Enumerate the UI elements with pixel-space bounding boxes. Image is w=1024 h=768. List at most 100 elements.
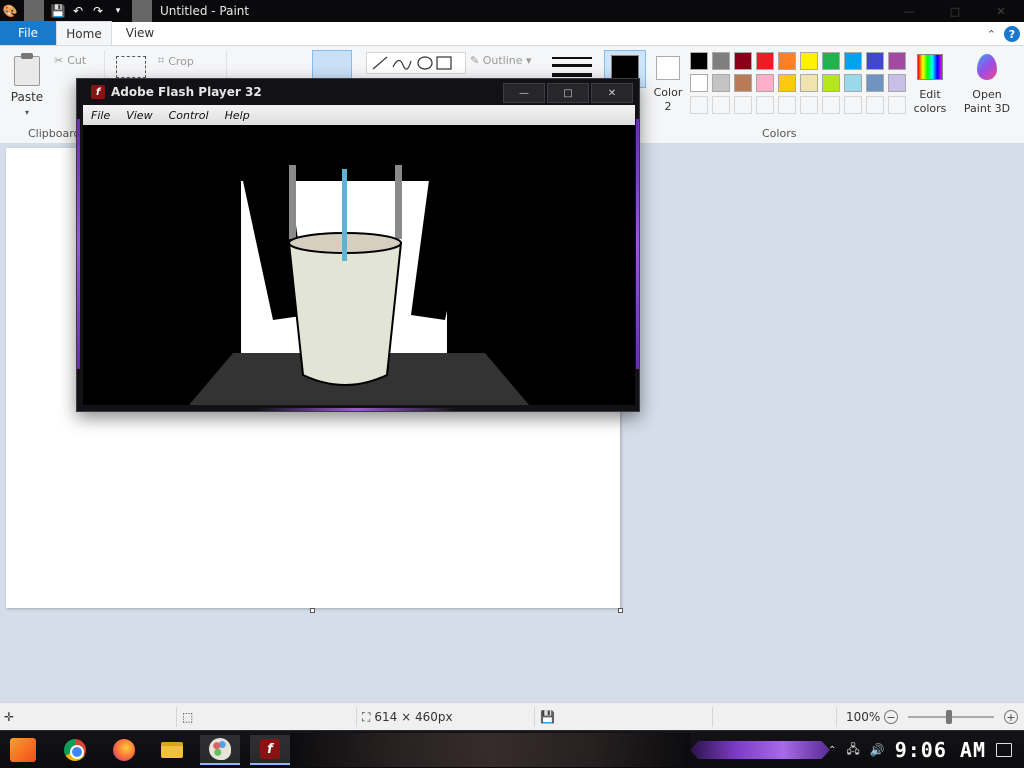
flash-menu-view[interactable]: View — [118, 109, 160, 122]
palette-swatch[interactable] — [756, 52, 774, 70]
size-button[interactable] — [552, 54, 592, 80]
palette-swatch[interactable] — [844, 52, 862, 70]
tab-view[interactable]: View — [112, 21, 168, 45]
flash-menu-file[interactable]: File — [83, 109, 118, 122]
canvas-size-text: 614 × 460px — [374, 710, 453, 724]
palette-swatch[interactable] — [844, 74, 862, 92]
custom-color-slot[interactable] — [888, 96, 906, 114]
paint-titlebar: 🎨 💾 ↶ ↷ ▾ Untitled - Paint — □ ✕ — [0, 0, 1024, 22]
close-button[interactable]: ✕ — [978, 0, 1024, 22]
edit-colors-button[interactable]: Edit colors — [912, 50, 948, 116]
tab-home[interactable]: Home — [56, 21, 112, 45]
clipboard-icon — [14, 53, 40, 86]
cut-button[interactable]: ✂ Cut — [54, 54, 86, 67]
palette-swatch[interactable] — [800, 74, 818, 92]
custom-color-slot[interactable] — [800, 96, 818, 114]
resize-handle-bottom[interactable] — [310, 608, 315, 613]
flash-titlebar[interactable]: f Adobe Flash Player 32 — □ ✕ — [77, 79, 639, 105]
maximize-button[interactable]: □ — [932, 0, 978, 22]
zoom-out-button[interactable]: − — [884, 703, 898, 731]
palette-swatch[interactable] — [690, 74, 708, 92]
notification-icon[interactable] — [996, 743, 1012, 757]
taskbar-file-explorer[interactable] — [152, 735, 192, 765]
custom-color-slot[interactable] — [756, 96, 774, 114]
zoom-slider-thumb[interactable] — [946, 710, 952, 724]
redo-icon[interactable]: ↷ — [88, 0, 108, 22]
palette-swatch[interactable] — [734, 74, 752, 92]
palette-swatch[interactable] — [866, 74, 884, 92]
taskbar-flash-player[interactable]: f — [250, 735, 290, 765]
undo-icon[interactable]: ↶ — [68, 0, 88, 22]
paint-app-icon[interactable]: 🎨 — [0, 0, 20, 22]
palette-swatch[interactable] — [866, 52, 884, 70]
taskbar-firefox[interactable] — [104, 735, 144, 765]
resize-handle-corner[interactable] — [618, 608, 623, 613]
palette-swatch[interactable] — [778, 52, 796, 70]
chevron-up-icon[interactable]: ⌃ — [987, 28, 996, 41]
color2-button[interactable]: Color 2 — [650, 50, 686, 114]
palette-swatch[interactable] — [712, 74, 730, 92]
paste-button[interactable]: Paste ▾ — [6, 52, 48, 120]
custom-color-slot[interactable] — [690, 96, 708, 114]
palette-swatch[interactable] — [800, 52, 818, 70]
outline-label: Outline — [482, 54, 523, 67]
network-icon[interactable]: 🖧 — [846, 740, 859, 761]
start-button[interactable] — [10, 738, 36, 762]
custom-color-slot[interactable] — [734, 96, 752, 114]
flash-window-title: Adobe Flash Player 32 — [111, 85, 262, 99]
divider — [534, 707, 535, 727]
zoom-level: 100% — [846, 710, 881, 724]
ribbon-right-controls: ⌃ ? — [987, 26, 1020, 42]
custom-color-slot[interactable] — [822, 96, 840, 114]
clock[interactable]: 9:06 AM — [895, 738, 986, 762]
quick-access-toolbar: 🎨 💾 ↶ ↷ ▾ — [0, 0, 156, 22]
flash-close-button[interactable]: ✕ — [591, 83, 633, 103]
flash-menu-help[interactable]: Help — [217, 109, 258, 122]
custom-color-slot[interactable] — [844, 96, 862, 114]
palette-swatch[interactable] — [734, 52, 752, 70]
flash-maximize-button[interactable]: □ — [547, 83, 589, 103]
palette-swatch[interactable] — [888, 52, 906, 70]
crop-button[interactable]: ⌗ Crop — [158, 54, 194, 68]
palette-swatch[interactable] — [778, 74, 796, 92]
color-palette — [690, 52, 910, 114]
select-icon[interactable] — [116, 56, 146, 78]
flash-menu-control[interactable]: Control — [161, 109, 217, 122]
custom-color-slot[interactable] — [712, 96, 730, 114]
colors-group-label: Colors — [762, 127, 797, 140]
taskbar-decorative-stripe — [690, 741, 830, 759]
taskbar-chrome[interactable] — [55, 735, 95, 765]
flash-stage[interactable] — [83, 125, 635, 405]
flash-player-window: f Adobe Flash Player 32 — □ ✕ File View … — [76, 78, 640, 412]
chevron-down-icon: ▾ — [24, 108, 29, 117]
shapes-gallery[interactable] — [366, 52, 466, 74]
clipboard-group-label: Clipboard — [28, 127, 81, 140]
palette-swatch[interactable] — [822, 52, 840, 70]
tab-file[interactable]: File — [0, 21, 56, 45]
divider — [712, 707, 713, 727]
custom-color-slot[interactable] — [866, 96, 884, 114]
palette-swatch[interactable] — [690, 52, 708, 70]
firefox-icon — [113, 739, 135, 761]
flash-icon: f — [260, 739, 280, 759]
customize-quick-access-icon[interactable]: ▾ — [108, 0, 128, 22]
custom-color-slot[interactable] — [778, 96, 796, 114]
zoom-in-button[interactable]: + — [1004, 703, 1018, 731]
color2-label: Color 2 — [653, 86, 683, 113]
palette-swatch[interactable] — [756, 74, 774, 92]
taskbar-background-art — [290, 733, 690, 767]
minimize-button[interactable]: — — [886, 0, 932, 22]
system-tray: ⌃ 🖧 🔊 9:06 AM — [828, 731, 1024, 768]
file-size-icon: 💾 — [540, 710, 555, 724]
save-icon[interactable]: 💾 — [48, 0, 68, 22]
palette-swatch[interactable] — [888, 74, 906, 92]
help-icon[interactable]: ? — [1004, 26, 1020, 42]
open-paint3d-button[interactable]: Open Paint 3D — [960, 50, 1014, 116]
chevron-up-icon[interactable]: ⌃ — [828, 745, 836, 756]
outline-button[interactable]: ✎ Outline ▾ — [470, 54, 532, 67]
palette-swatch[interactable] — [712, 52, 730, 70]
volume-icon[interactable]: 🔊 — [870, 743, 885, 757]
flash-minimize-button[interactable]: — — [503, 83, 545, 103]
palette-swatch[interactable] — [822, 74, 840, 92]
taskbar-paint[interactable] — [200, 735, 240, 765]
